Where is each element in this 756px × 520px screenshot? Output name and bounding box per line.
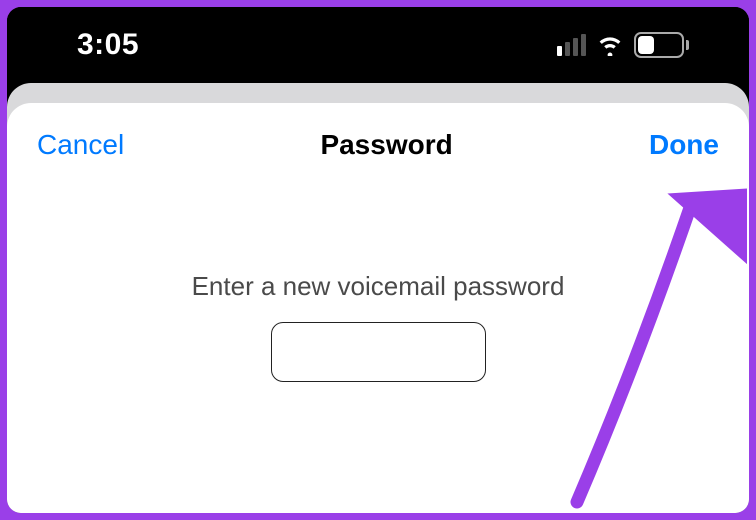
battery-indicator: 34: [634, 32, 689, 58]
wifi-icon: [596, 34, 624, 56]
status-indicators: 34: [557, 32, 689, 58]
modal-title: Password: [320, 129, 452, 161]
cancel-button[interactable]: Cancel: [37, 129, 124, 161]
modal-sheet: Cancel Password Done Enter a new voicema…: [7, 103, 749, 513]
status-bar: 3:05 34: [7, 7, 749, 83]
device-frame: 3:05 34 Cancel: [7, 7, 749, 513]
modal-header: Cancel Password Done: [7, 103, 749, 161]
done-button[interactable]: Done: [649, 129, 719, 161]
status-time: 3:05: [77, 28, 139, 62]
prompt-area: Enter a new voicemail password: [7, 271, 749, 382]
voicemail-password-input[interactable]: [271, 322, 486, 382]
cellular-signal-icon: [557, 34, 586, 56]
prompt-text: Enter a new voicemail password: [7, 271, 749, 302]
battery-percent: 34: [636, 36, 682, 54]
